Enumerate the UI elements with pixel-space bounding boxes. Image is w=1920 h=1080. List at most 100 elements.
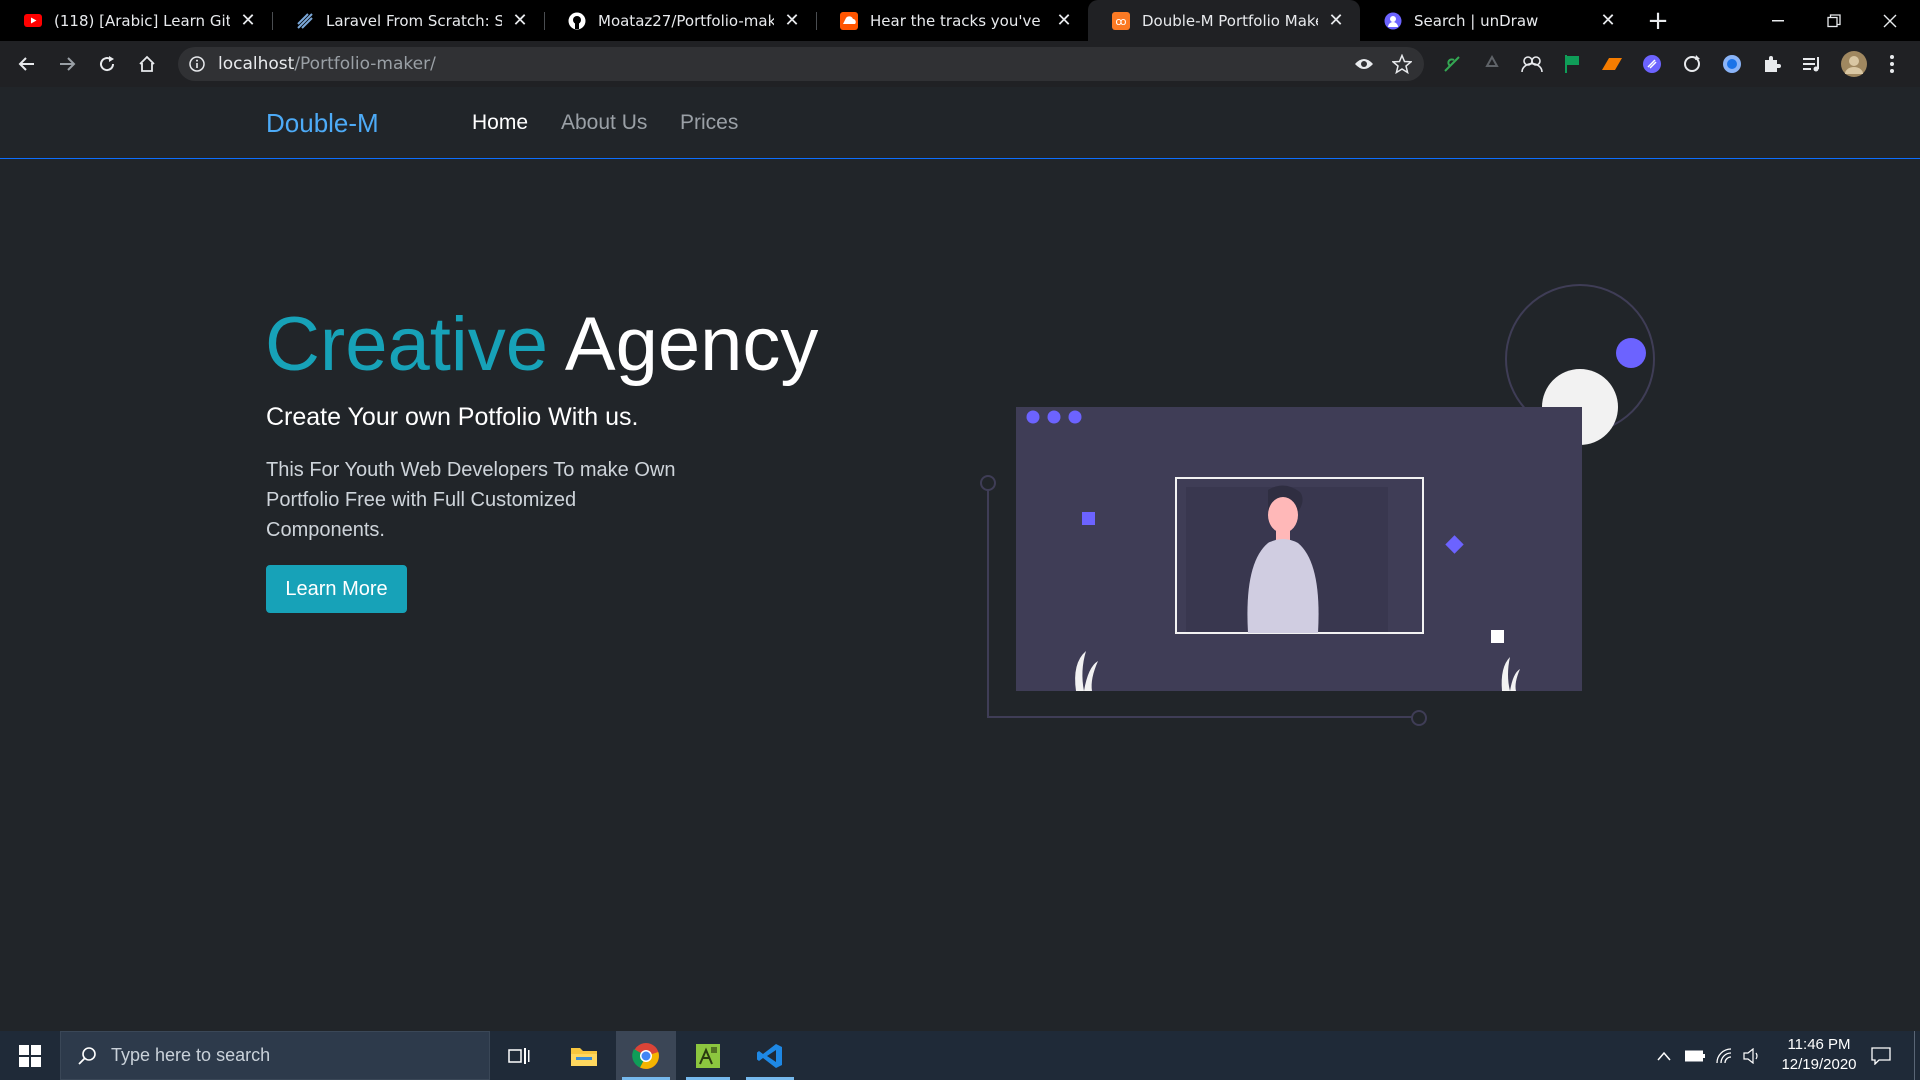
home-button[interactable] — [131, 48, 163, 80]
chrome-icon — [632, 1042, 659, 1069]
show-desktop-button[interactable] — [1914, 1031, 1915, 1080]
reload-button[interactable] — [91, 48, 123, 80]
speaker-icon — [1743, 1047, 1758, 1064]
chrome-taskbar-button[interactable] — [616, 1031, 676, 1080]
browser-tab[interactable]: (118) [Arabic] Learn Git & GitHub ✕ — [0, 0, 272, 41]
tab-title: Hear the tracks you've liked: — [870, 11, 1046, 30]
extension-leaf-icon[interactable] — [1440, 52, 1464, 76]
learn-more-button[interactable]: Learn More — [266, 565, 407, 613]
window-close-button[interactable] — [1862, 0, 1918, 41]
xampp-icon: ꝏ — [1112, 11, 1130, 30]
action-center-button[interactable] — [1862, 1031, 1900, 1080]
soundcloud-icon — [840, 11, 858, 30]
windows-logo-icon — [19, 1044, 41, 1067]
clock-date: 12/19/2020 — [1781, 1056, 1857, 1073]
windows-taskbar: Type here to search 11:46 PM 12/19/2020 — [0, 1031, 1920, 1080]
tab-title: Double-M Portfolio Maker — [1142, 11, 1318, 30]
bookmark-star-icon[interactable] — [1390, 52, 1414, 76]
more-menu-icon[interactable] — [1880, 52, 1904, 76]
clock-time: 11:46 PM — [1787, 1036, 1851, 1053]
taskbar-search-box[interactable]: Type here to search — [60, 1031, 490, 1080]
nav-link-about-us[interactable]: About Us — [561, 111, 647, 135]
extension-recycle-icon[interactable] — [1480, 52, 1504, 76]
forward-button[interactable] — [51, 48, 83, 80]
url-text[interactable]: localhost/Portfolio-maker/ — [218, 54, 436, 74]
window-dot — [1026, 410, 1040, 424]
file-explorer-button[interactable] — [556, 1031, 612, 1080]
extensions-puzzle-icon[interactable] — [1760, 52, 1784, 76]
search-icon — [78, 1046, 96, 1065]
tab-title: (118) [Arabic] Learn Git & GitHub — [54, 11, 230, 30]
close-icon[interactable]: ✕ — [510, 10, 530, 31]
youtube-icon — [24, 12, 42, 30]
hero-title-accent: Creative — [265, 302, 548, 387]
new-tab-button[interactable]: + — [1638, 0, 1678, 41]
browser-tab[interactable]: Hear the tracks you've liked: ✕ — [816, 0, 1088, 41]
extension-sync-icon[interactable] — [1680, 52, 1704, 76]
restore-icon — [1827, 13, 1841, 27]
close-icon[interactable]: ✕ — [1598, 10, 1618, 31]
extension-flag-icon[interactable] — [1560, 52, 1584, 76]
close-icon[interactable]: ✕ — [1326, 10, 1346, 31]
home-icon — [139, 55, 155, 72]
folder-icon — [571, 1047, 597, 1066]
panel-corner — [1540, 407, 1582, 449]
extension-blue-circle-icon[interactable] — [1720, 52, 1744, 76]
laracasts-icon — [296, 12, 314, 30]
site-brand[interactable]: Double-M — [266, 108, 379, 139]
back-button[interactable] — [11, 48, 43, 80]
task-view-button[interactable] — [494, 1031, 544, 1080]
purple-square — [1082, 512, 1095, 525]
extension-purple-icon[interactable] — [1640, 52, 1664, 76]
eye-icon[interactable] — [1352, 52, 1376, 76]
web-page: Double-M Home About Us Prices Creative A… — [0, 87, 1920, 1031]
hero-title-rest: Agency — [564, 302, 819, 387]
browser-tab[interactable]: Laravel From Scratch: Service Container … — [272, 0, 544, 41]
network-button[interactable] — [1712, 1031, 1738, 1080]
close-icon[interactable]: ✕ — [782, 10, 802, 31]
battery-icon — [1685, 1050, 1705, 1061]
white-square — [1491, 630, 1504, 643]
window-dot — [1047, 410, 1061, 424]
browser-tab[interactable]: Moataz27/Portfolio-maker: T ✕ — [544, 0, 816, 41]
address-bar[interactable]: localhost/Portfolio-maker/ — [178, 47, 1424, 81]
hero-illustration — [980, 284, 1655, 726]
map-app-icon — [696, 1043, 720, 1068]
browser-tab[interactable]: Search | unDraw ✕ — [1360, 0, 1632, 41]
github-icon — [568, 12, 586, 30]
extension-people-icon[interactable] — [1520, 52, 1544, 76]
minimize-icon — [1772, 19, 1784, 21]
avatar[interactable] — [1840, 50, 1868, 78]
notification-icon — [1871, 1046, 1891, 1065]
arrow-left-icon — [18, 57, 34, 71]
purple-dot — [1616, 338, 1646, 368]
arrow-right-icon — [60, 57, 76, 71]
connector-node — [1411, 710, 1427, 726]
browser-tab-strip: (118) [Arabic] Learn Git & GitHub ✕ Lara… — [0, 0, 1920, 41]
taskbar-clock[interactable]: 11:46 PM 12/19/2020 — [1764, 1035, 1874, 1075]
task-view-icon — [508, 1047, 530, 1064]
site-navbar: Double-M Home About Us Prices — [0, 87, 1920, 159]
show-hidden-icons-button[interactable] — [1652, 1031, 1676, 1080]
browser-tab-active[interactable]: ꝏ Double-M Portfolio Maker ✕ — [1088, 0, 1360, 41]
app-taskbar-button[interactable] — [680, 1031, 736, 1080]
vscode-icon — [757, 1043, 782, 1068]
nav-link-home[interactable]: Home — [472, 111, 528, 135]
extension-orange-icon[interactable] — [1600, 52, 1624, 76]
media-queue-icon[interactable] — [1800, 52, 1824, 76]
battery-button[interactable] — [1682, 1031, 1708, 1080]
nav-link-prices[interactable]: Prices — [680, 111, 738, 135]
close-icon[interactable]: ✕ — [238, 10, 258, 31]
site-info-icon[interactable] — [188, 55, 206, 73]
start-button[interactable] — [0, 1031, 60, 1080]
volume-button[interactable] — [1740, 1031, 1764, 1080]
reload-icon — [100, 56, 115, 72]
hero-subtitle: Create Your own Potfolio With us. — [266, 403, 639, 431]
connector-node — [980, 475, 996, 491]
vscode-taskbar-button[interactable] — [740, 1031, 800, 1080]
tab-title: Search | unDraw — [1414, 11, 1539, 30]
restore-button[interactable] — [1806, 0, 1862, 41]
close-icon[interactable]: ✕ — [1054, 10, 1074, 31]
minimize-button[interactable] — [1750, 0, 1806, 41]
svg-text:ꝏ: ꝏ — [1115, 15, 1126, 28]
